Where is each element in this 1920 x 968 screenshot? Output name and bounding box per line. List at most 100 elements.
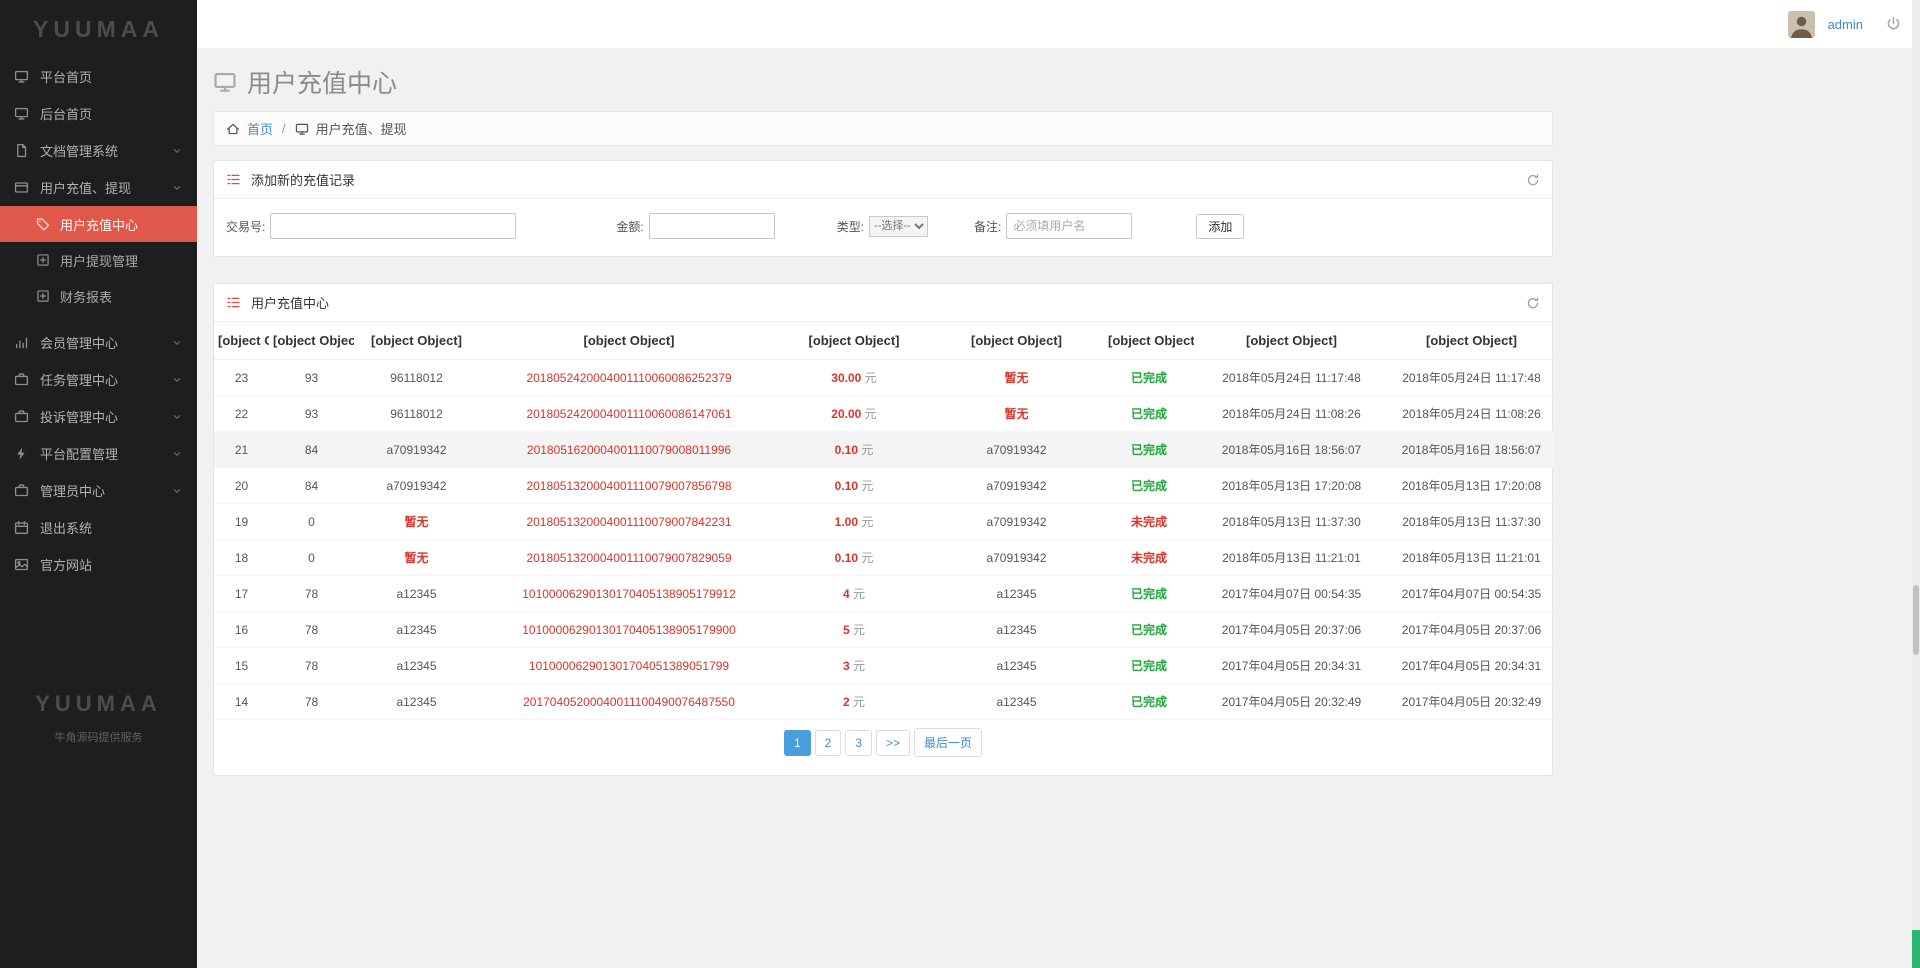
cell-login-account: a70919342 [354, 432, 479, 468]
amount-value: 0.10 [835, 551, 858, 565]
scrollbar-thumb[interactable] [1913, 585, 1919, 655]
cell-login-account: a70919342 [354, 468, 479, 504]
calendar-icon [14, 520, 29, 535]
amount-unit: 元 [861, 443, 873, 457]
cell-id: 17 [214, 576, 269, 612]
pagination-button[interactable]: >> [876, 730, 910, 756]
sidebar-item-withdraw-management[interactable]: 用户提现管理 [0, 242, 197, 278]
chevron-down-icon [171, 411, 183, 423]
chevron-down-icon [171, 182, 183, 194]
list-icon [226, 172, 241, 187]
cell-pay-status: 已完成 [1104, 396, 1194, 432]
sidebar-footer: YUUMAA 牛角源码提供服务 [0, 691, 197, 745]
cell-amount: 20.00 元 [779, 396, 929, 432]
transaction-number-label: 交易号: [226, 218, 265, 235]
monitor-icon [295, 122, 309, 136]
pagination-button[interactable]: 1 [784, 730, 811, 756]
sidebar-item-recharge-center[interactable]: 用户充值中心 [0, 206, 197, 242]
pagination-button[interactable]: 2 [815, 730, 842, 756]
cell-note: a70919342 [929, 504, 1104, 540]
cell-note: a12345 [929, 648, 1104, 684]
cell-id: 18 [214, 540, 269, 576]
table-header-row: [object Object][object Object][object Ob… [214, 322, 1554, 360]
cell-pay-time: 2018年05月13日 11:37:30 [1194, 504, 1389, 540]
cell-login-account: a12345 [354, 684, 479, 720]
column-header: [object Object] [214, 322, 269, 360]
sidebar-item-finance-report[interactable]: 财务报表 [0, 278, 197, 314]
sidebar-item-platform-home[interactable]: 平台首页 [0, 58, 197, 95]
image-icon [14, 557, 29, 572]
grid-plus-icon [36, 253, 50, 267]
cell-pay-time: 2017年04月05日 20:37:06 [1194, 612, 1389, 648]
cell-user-id: 78 [269, 576, 354, 612]
sidebar-item-admin-center[interactable]: 管理员中心 [0, 472, 197, 509]
cell-pay-status: 已完成 [1104, 432, 1194, 468]
amount-input[interactable] [649, 213, 775, 239]
username-link[interactable]: admin [1828, 17, 1863, 32]
transaction-number-input[interactable] [270, 213, 516, 239]
cell-id: 22 [214, 396, 269, 432]
monitor-icon [14, 69, 29, 84]
sidebar-item-task-center[interactable]: 任务管理中心 [0, 361, 197, 398]
cell-transaction-number: 2018051320004001110079007829059 [479, 540, 779, 576]
amount-unit: 元 [865, 371, 877, 385]
add-record-panel: 添加新的充值记录 交易号: 金额: 类型: --选择-- 备注: 添加 [213, 160, 1553, 257]
page-header: 用户充值中心 [213, 64, 1904, 100]
type-select[interactable]: --选择-- [869, 216, 928, 237]
scrollbar[interactable] [1912, 0, 1920, 968]
sidebar-item-document-system[interactable]: 文档管理系统 [0, 132, 197, 169]
amount-value: 2 [843, 695, 850, 709]
sidebar-item-platform-config[interactable]: 平台配置管理 [0, 435, 197, 472]
cell-transaction-number: 20170405200040011100490076487550 [479, 684, 779, 720]
sidebar-item-logout[interactable]: 退出系统 [0, 509, 197, 546]
table-row: 15 78 a12345 101000062901301704051389051… [214, 648, 1554, 684]
avatar[interactable] [1788, 11, 1815, 38]
cell-login-account: 96118012 [354, 396, 479, 432]
scrollbar-green-indicator [1912, 930, 1920, 968]
sidebar-item-label: 官方网站 [40, 555, 92, 574]
cell-complete-time: 2018年05月16日 18:56:07 [1389, 432, 1554, 468]
refresh-icon[interactable] [1526, 296, 1540, 310]
chevron-down-icon [171, 337, 183, 349]
cell-pay-status: 已完成 [1104, 648, 1194, 684]
refresh-icon[interactable] [1526, 173, 1540, 187]
amount-unit: 元 [861, 551, 873, 565]
sidebar-item-complaint-center[interactable]: 投诉管理中心 [0, 398, 197, 435]
pagination-button[interactable]: 3 [845, 730, 872, 756]
sidebar-item-backend-home[interactable]: 后台首页 [0, 95, 197, 132]
chevron-down-icon [171, 145, 183, 157]
cell-transaction-number: 101000062901301704051389051799 [479, 648, 779, 684]
cell-complete-time: 2018年05月13日 11:37:30 [1389, 504, 1554, 540]
cell-amount: 30.00 元 [779, 360, 929, 396]
cell-transaction-number: 2018051320004001110079007856798 [479, 468, 779, 504]
cell-pay-status: 已完成 [1104, 612, 1194, 648]
cell-note: a12345 [929, 684, 1104, 720]
add-button[interactable]: 添加 [1196, 214, 1244, 239]
briefcase-icon [14, 483, 29, 498]
pagination-button[interactable]: 最后一页 [914, 728, 982, 757]
amount-unit: 元 [853, 659, 865, 673]
note-input[interactable] [1006, 213, 1132, 239]
recharge-center-panel: 用户充值中心 [object Object][object Object][ob… [213, 283, 1553, 776]
breadcrumb-home-link[interactable]: 首页 [247, 119, 273, 138]
cell-user-id: 78 [269, 684, 354, 720]
column-header: [object Object] [269, 322, 354, 360]
power-icon[interactable] [1885, 16, 1902, 33]
panel-title: 用户充值中心 [251, 293, 329, 312]
grid-plus-icon [36, 289, 50, 303]
sidebar-item-recharge-withdraw[interactable]: 用户充值、提现 [0, 169, 197, 206]
bar-chart-icon [14, 335, 29, 350]
sidebar-nav: 平台首页 后台首页 文档管理系统 用户充值、提现 用户充值中心 用户提现管理 [0, 58, 197, 583]
sidebar-item-official-site[interactable]: 官方网站 [0, 546, 197, 583]
cell-pay-time: 2018年05月13日 11:21:01 [1194, 540, 1389, 576]
cell-note: 暂无 [929, 396, 1104, 432]
cell-transaction-number: 2018051320004001110079007842231 [479, 504, 779, 540]
briefcase-icon [14, 409, 29, 424]
column-header: [object Object] [929, 322, 1104, 360]
brand-logo: YUUMAA [0, 0, 197, 58]
sidebar-item-member-center[interactable]: 会员管理中心 [0, 324, 197, 361]
pagination: 123>>最后一页 [214, 720, 1552, 775]
table-row: 20 84 a70919342 201805132000400111007900… [214, 468, 1554, 504]
cell-note: a70919342 [929, 468, 1104, 504]
tag-icon [36, 217, 50, 231]
